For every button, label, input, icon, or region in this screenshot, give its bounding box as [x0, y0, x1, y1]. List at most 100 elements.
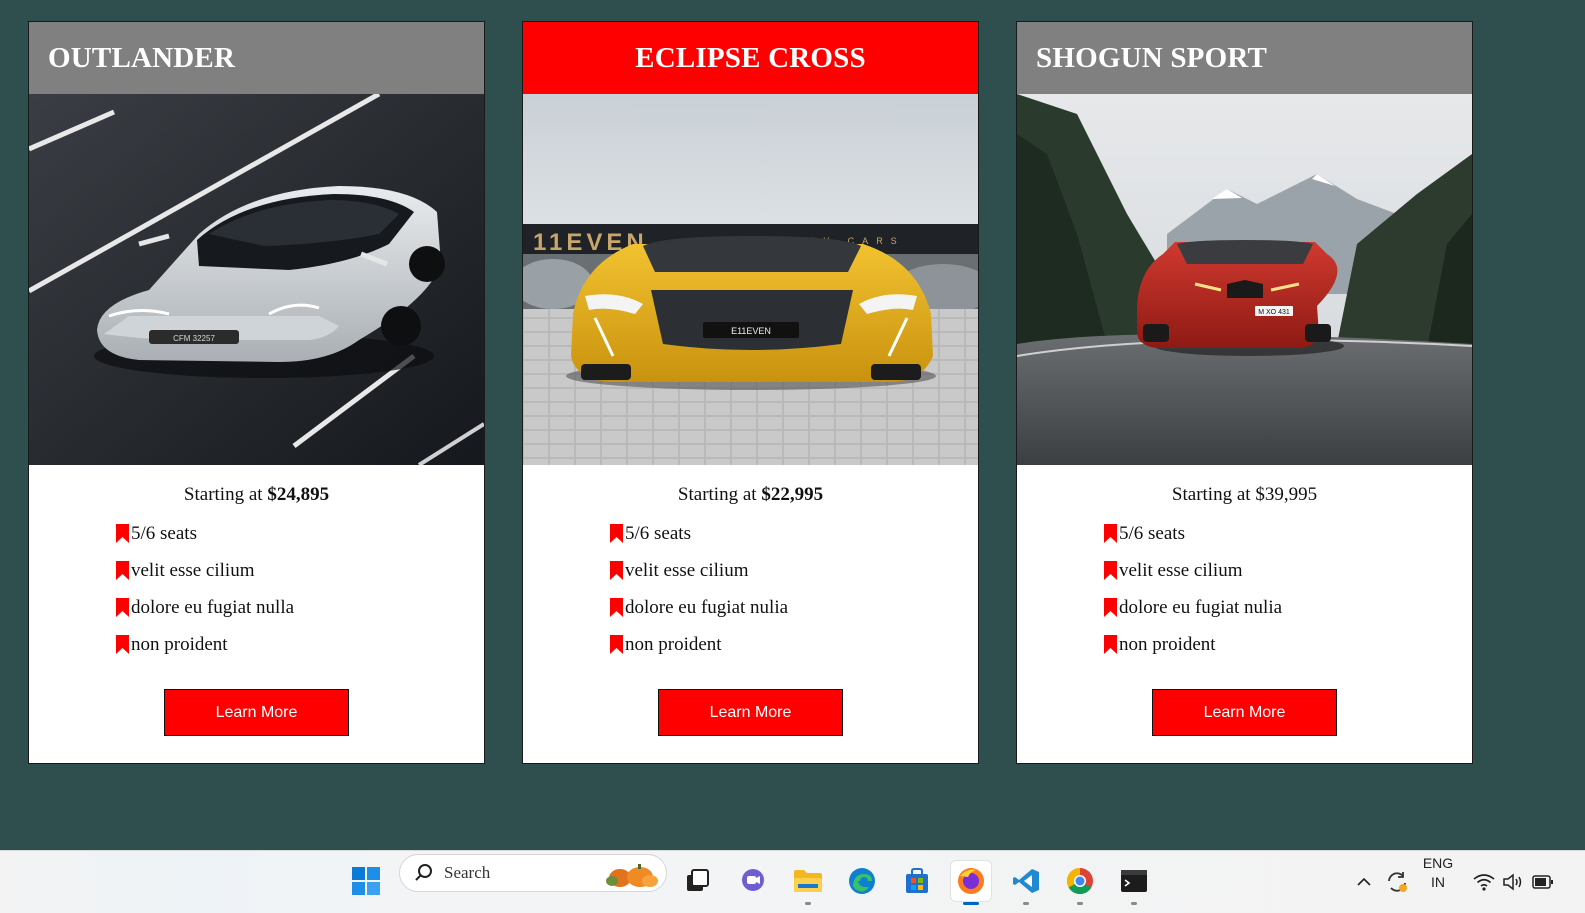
system-tray — [1354, 850, 1410, 913]
language-code: ENG — [1422, 855, 1454, 871]
feature-item: 5/6 seats — [115, 515, 484, 552]
car-photo: CFM 32257 — [29, 94, 484, 465]
wifi-icon — [1473, 873, 1495, 891]
bookmark-icon — [610, 561, 623, 580]
card-title: ECLIPSE CROSS — [635, 41, 866, 74]
learn-more-button[interactable]: Learn More — [164, 689, 349, 736]
battery-icon — [1532, 874, 1553, 889]
taskbar-search-box[interactable]: Search — [399, 854, 667, 892]
bookmark-icon — [610, 524, 623, 543]
feature-label: 5/6 seats — [625, 522, 691, 544]
running-indicator — [1023, 902, 1029, 905]
bookmark-icon — [116, 635, 129, 654]
taskbar — [0, 850, 1585, 913]
chat-button[interactable] — [733, 861, 773, 901]
search-icon — [415, 864, 432, 881]
task-view-icon — [687, 869, 709, 891]
feature-item: 5/6 seats — [609, 515, 978, 552]
feature-list: 5/6 seats velit esse cilium dolore eu fu… — [1017, 515, 1472, 663]
car-photo: M XO 431 — [1017, 94, 1472, 465]
car-card-shogun-sport: SHOGUN SPORT M XO 431 Starting at $39,99… — [1016, 21, 1473, 764]
bookmark-icon — [116, 561, 129, 580]
feature-label: dolore eu fugiat nulla — [131, 596, 295, 618]
feature-label: velit esse cilium — [1119, 559, 1243, 581]
feature-label: 5/6 seats — [131, 522, 197, 544]
price-value: $22,995 — [761, 484, 824, 505]
feature-item: dolore eu fugiat nulia — [609, 589, 978, 626]
price-line: Starting at $22,995 — [523, 484, 978, 506]
chevron-up-icon[interactable] — [1354, 872, 1374, 892]
folder-icon — [794, 870, 822, 892]
windows-logo-icon — [352, 867, 380, 895]
feature-item: velit esse cilium — [609, 552, 978, 589]
firefox-button[interactable] — [951, 861, 991, 905]
bookmark-icon — [1104, 561, 1117, 580]
microsoft-store-button[interactable] — [897, 861, 937, 901]
price-value: $24,895 — [267, 484, 330, 505]
feature-item: non proident — [115, 626, 484, 663]
firefox-icon — [958, 868, 984, 894]
car-photo: 11EVEN LUXURY CARS E11EVEN — [523, 94, 978, 465]
windows-start-button[interactable] — [346, 861, 386, 901]
terminal-icon — [1121, 870, 1147, 892]
feature-label: velit esse cilium — [625, 559, 749, 581]
price-value: $39,995 — [1255, 484, 1318, 505]
running-indicator — [805, 902, 811, 905]
card-grid: OUTLANDER CFM 32257 Starting at $24,895 … — [0, 0, 1585, 850]
license-plate-text: M XO 431 — [1258, 309, 1290, 316]
task-view-button[interactable] — [677, 861, 717, 901]
card-title-bar: OUTLANDER — [29, 22, 484, 94]
feature-label: dolore eu fugiat nulia — [625, 596, 789, 618]
vscode-button[interactable] — [1006, 861, 1046, 905]
learn-more-button[interactable]: Learn More — [658, 689, 843, 736]
region-code: IN — [1431, 874, 1445, 890]
feature-item: velit esse cilium — [115, 552, 484, 589]
bookmark-icon — [610, 598, 623, 617]
feature-item: non proident — [609, 626, 978, 663]
feature-item: velit esse cilium — [1103, 552, 1472, 589]
feature-label: non proident — [625, 633, 722, 655]
volume-icon — [1503, 872, 1522, 891]
feature-label: 5/6 seats — [1119, 522, 1185, 544]
feature-label: non proident — [1119, 633, 1216, 655]
feature-item: 5/6 seats — [1103, 515, 1472, 552]
price-line: Starting at $24,895 — [29, 484, 484, 506]
feature-label: non proident — [131, 633, 228, 655]
terminal-button[interactable] — [1114, 861, 1154, 905]
store-bag-icon — [906, 868, 928, 893]
feature-item: dolore eu fugiat nulia — [1103, 589, 1472, 626]
car-card-outlander: OUTLANDER CFM 32257 Starting at $24,895 … — [28, 21, 485, 764]
search-placeholder: Search — [444, 863, 491, 882]
car-card-eclipse-cross: ECLIPSE CROSS 11EVEN CARS E11EVEN Starti… — [522, 21, 979, 764]
price-prefix: Starting at — [183, 484, 263, 505]
sync-icon[interactable] — [1384, 869, 1410, 895]
bookmark-icon — [1104, 598, 1117, 617]
license-plate-text: CFM 32257 — [173, 334, 215, 343]
vscode-icon — [1013, 869, 1039, 893]
price-line: Starting at $39,995 — [1017, 484, 1472, 506]
language-indicator[interactable]: ENG IN — [1418, 854, 1458, 892]
chrome-button[interactable] — [1060, 861, 1100, 905]
feature-item: non proident — [1103, 626, 1472, 663]
card-title-bar: SHOGUN SPORT — [1017, 22, 1472, 94]
feature-list: 5/6 seats velit esse cilium dolore eu fu… — [523, 515, 978, 663]
quick-settings[interactable] — [1472, 850, 1554, 913]
bookmark-icon — [610, 635, 623, 654]
price-prefix: Starting at — [677, 484, 757, 505]
bookmark-icon — [1104, 524, 1117, 543]
feature-item: dolore eu fugiat nulla — [115, 589, 484, 626]
bookmark-icon — [116, 598, 129, 617]
teams-chat-icon — [742, 869, 764, 891]
bookmark-icon — [1104, 635, 1117, 654]
card-title: OUTLANDER — [48, 41, 236, 74]
learn-more-button[interactable]: Learn More — [1152, 689, 1337, 736]
feature-label: dolore eu fugiat nulia — [1119, 596, 1283, 618]
license-plate-text: E11EVEN — [731, 326, 771, 336]
feature-list: 5/6 seats velit esse cilium dolore eu fu… — [29, 515, 484, 663]
chrome-icon — [1066, 867, 1093, 895]
price-prefix: Starting at — [1171, 484, 1251, 505]
running-indicator — [1131, 902, 1137, 905]
edge-button[interactable] — [842, 861, 882, 901]
running-indicator — [1077, 902, 1083, 905]
file-explorer-button[interactable] — [788, 861, 828, 905]
